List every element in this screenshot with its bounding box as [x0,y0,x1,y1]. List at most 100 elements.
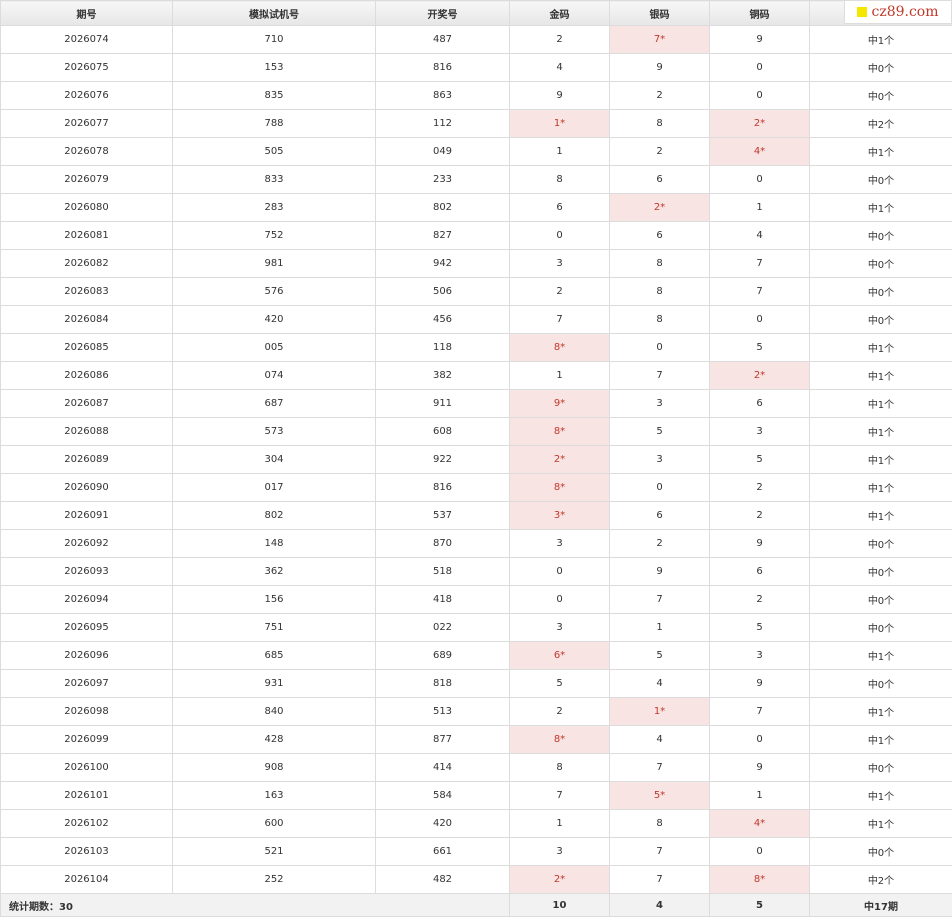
gold-code-cell: 2 [510,26,610,54]
period-cell: 2026094 [1,586,173,614]
col-header-sim[interactable]: 模拟试机号 [173,1,376,26]
sim-number-cell: 788 [173,110,376,138]
gold-code-cell: 2* [510,866,610,894]
draw-number-cell: 414 [376,754,510,782]
table-row: 2026084420456780中0个 [1,306,952,334]
gold-code-cell: 0 [510,558,610,586]
gold-code-cell: 3 [510,614,610,642]
silver-code-cell: 5* [610,782,710,810]
gold-code-cell: 3 [510,250,610,278]
gold-code-cell: 6 [510,194,610,222]
gold-code-cell: 1 [510,810,610,838]
period-cell: 2026089 [1,446,173,474]
bronze-code-cell: 1 [710,194,810,222]
table-row: 2026078505049124*中1个 [1,138,952,166]
col-header-draw[interactable]: 开奖号 [376,1,510,26]
silver-code-cell: 5 [610,418,710,446]
period-cell: 2026074 [1,26,173,54]
draw-number-cell: 608 [376,418,510,446]
sim-number-cell: 420 [173,306,376,334]
col-header-gold[interactable]: 金码 [510,1,610,26]
gold-code-cell: 3 [510,838,610,866]
result-cell: 中0个 [810,82,952,110]
result-cell: 中0个 [810,754,952,782]
result-cell: 中1个 [810,334,952,362]
silver-code-cell: 1 [610,614,710,642]
gold-code-cell: 8 [510,166,610,194]
silver-total: 4 [610,894,710,917]
table-row: 2026082981942387中0个 [1,250,952,278]
gold-total: 10 [510,894,610,917]
sim-number-cell: 017 [173,474,376,502]
draw-number-cell: 584 [376,782,510,810]
table-row: 20260900178168*02中1个 [1,474,952,502]
sim-number-cell: 521 [173,838,376,866]
result-cell: 中1个 [810,390,952,418]
table-row: 20260885736088*53中1个 [1,418,952,446]
sim-number-cell: 252 [173,866,376,894]
result-cell: 中0个 [810,166,952,194]
bronze-code-cell: 4 [710,222,810,250]
sim-number-cell: 931 [173,670,376,698]
period-cell: 2026088 [1,418,173,446]
gold-code-cell: 9* [510,390,610,418]
table-row: 2026097931818549中0个 [1,670,952,698]
silver-code-cell: 7 [610,838,710,866]
draw-number-cell: 816 [376,474,510,502]
silver-code-cell: 7 [610,754,710,782]
silver-code-cell: 2* [610,194,710,222]
sim-number-cell: 751 [173,614,376,642]
col-header-bronze[interactable]: 铜码 [710,1,810,26]
period-cell: 2026079 [1,166,173,194]
result-cell: 中1个 [810,418,952,446]
draw-number-cell: 420 [376,810,510,838]
result-cell: 中0个 [810,278,952,306]
period-cell: 2026086 [1,362,173,390]
bronze-code-cell: 5 [710,334,810,362]
draw-number-cell: 482 [376,866,510,894]
bronze-code-cell: 2 [710,502,810,530]
result-cell: 中0个 [810,306,952,334]
bronze-code-cell: 6 [710,558,810,586]
bronze-code-cell: 0 [710,838,810,866]
result-cell: 中0个 [810,222,952,250]
total-periods-label: 统计期数：30 [1,894,510,917]
period-cell: 2026096 [1,642,173,670]
gold-code-cell: 2 [510,278,610,306]
bronze-code-cell: 6 [710,390,810,418]
header-row: 期号 模拟试机号 开奖号 金码 银码 铜码 [1,1,952,26]
period-cell: 2026085 [1,334,173,362]
gold-code-cell: 8* [510,726,610,754]
col-header-period[interactable]: 期号 [1,1,173,26]
col-header-silver[interactable]: 银码 [610,1,710,26]
result-cell: 中1个 [810,362,952,390]
silver-code-cell: 8 [610,278,710,306]
sim-number-cell: 153 [173,54,376,82]
draw-number-cell: 022 [376,614,510,642]
draw-number-cell: 537 [376,502,510,530]
period-cell: 2026102 [1,810,173,838]
result-cell: 中1个 [810,810,952,838]
draw-number-cell: 818 [376,670,510,698]
draw-number-cell: 112 [376,110,510,138]
draw-number-cell: 661 [376,838,510,866]
silver-code-cell: 9 [610,558,710,586]
silver-code-cell: 6 [610,502,710,530]
gold-code-cell: 3 [510,530,610,558]
table-row: 202610116358475*1中1个 [1,782,952,810]
sim-number-cell: 505 [173,138,376,166]
sim-number-cell: 304 [173,446,376,474]
silver-code-cell: 7 [610,362,710,390]
draw-number-cell: 506 [376,278,510,306]
silver-code-cell: 0 [610,334,710,362]
silver-code-cell: 3 [610,390,710,418]
table-row: 2026102600420184*中1个 [1,810,952,838]
sim-number-cell: 710 [173,26,376,54]
silver-code-cell: 9 [610,54,710,82]
silver-code-cell: 6 [610,222,710,250]
gold-code-cell: 1 [510,362,610,390]
table-row: 2026086074382172*中1个 [1,362,952,390]
gold-code-cell: 9 [510,82,610,110]
draw-number-cell: 816 [376,54,510,82]
gold-code-cell: 1 [510,138,610,166]
